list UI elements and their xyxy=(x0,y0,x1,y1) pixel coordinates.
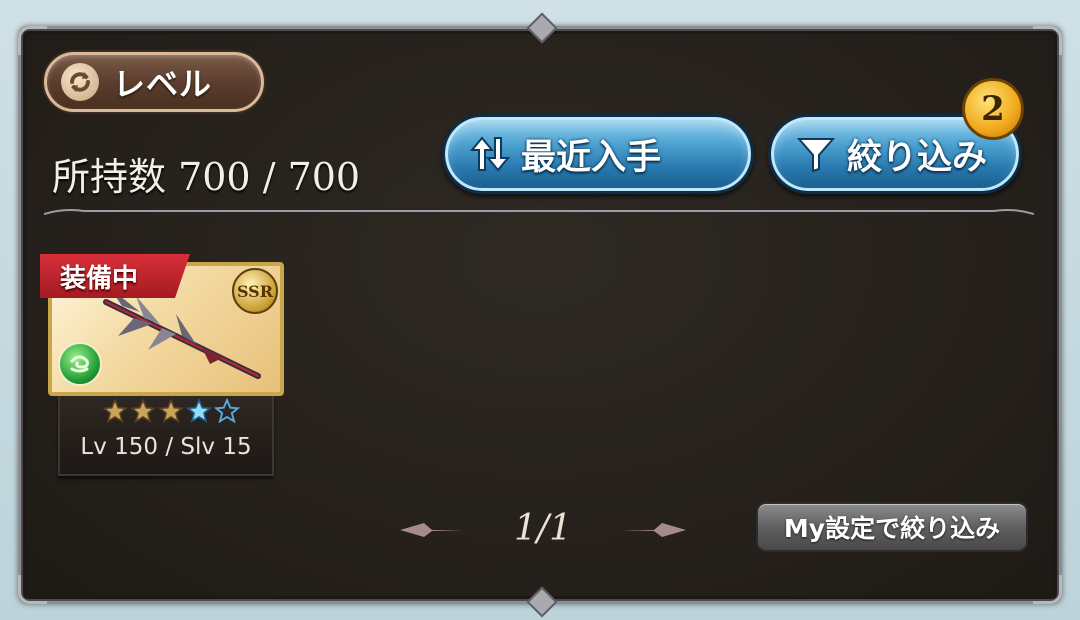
next-page-arrow-icon[interactable] xyxy=(620,520,688,540)
my-settings-filter-button[interactable]: My設定で絞り込み xyxy=(756,502,1028,552)
funnel-icon xyxy=(793,131,839,177)
sort-arrows-icon xyxy=(467,131,513,177)
frame-corner xyxy=(1033,575,1062,604)
sort-recent-label: 最近入手 xyxy=(521,137,662,178)
pagination: 1/1 xyxy=(398,508,688,554)
weapon-info: Lv 150 / Slv 15 xyxy=(58,396,274,476)
frame-corner xyxy=(1033,26,1062,55)
star-empty-icon xyxy=(214,398,240,424)
rarity-badge: SSR xyxy=(232,268,278,314)
filter-label: 絞り込み xyxy=(847,137,988,178)
frame-ornament xyxy=(526,12,558,44)
frame-corner xyxy=(18,26,47,55)
refresh-icon xyxy=(61,63,99,101)
weapon-level-text: Lv 150 / Slv 15 xyxy=(80,434,252,460)
sort-order-label: レベル xyxy=(113,65,213,103)
sort-order-button[interactable]: レベル xyxy=(44,52,264,112)
inventory-count: 所持数 700 / 700 xyxy=(52,155,361,199)
uncap-stars xyxy=(102,398,240,424)
filter-count-badge: 2 xyxy=(962,78,1024,140)
sort-recent-button[interactable]: 最近入手 xyxy=(442,114,754,194)
my-settings-filter-label: My設定で絞り込み xyxy=(783,514,1001,543)
star-filled-icon xyxy=(102,398,128,424)
equipped-label: 装備中 xyxy=(60,263,139,294)
weapon-item-card[interactable]: SSR 装備中 Lv 150 / Slv 15 xyxy=(40,254,284,476)
frame-ornament xyxy=(526,586,558,618)
equipped-ribbon: 装備中 xyxy=(40,254,190,298)
star-filled-icon xyxy=(130,398,156,424)
star-filled-icon xyxy=(158,398,184,424)
frame-corner xyxy=(18,575,47,604)
section-divider xyxy=(44,209,1034,215)
star-blue-icon xyxy=(186,398,212,424)
wind-element-icon xyxy=(58,342,102,386)
